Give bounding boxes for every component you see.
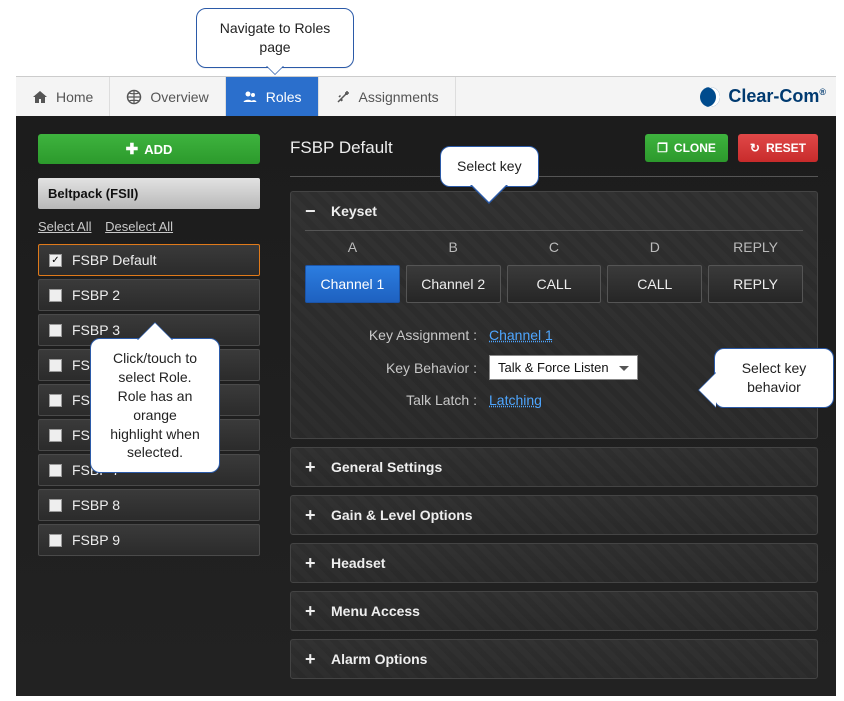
clone-button[interactable]: ❐ CLONE	[645, 134, 728, 162]
section-gain-level: + Gain & Level Options	[290, 495, 818, 535]
wand-icon	[335, 89, 351, 105]
clone-label: CLONE	[674, 141, 716, 155]
section-toggle[interactable]: + Headset	[291, 544, 817, 582]
checkbox-icon[interactable]	[49, 534, 62, 547]
section-general-settings: + General Settings	[290, 447, 818, 487]
checkbox-icon[interactable]	[49, 324, 62, 337]
reset-label: RESET	[766, 141, 806, 155]
role-label: FSBP 3	[72, 322, 120, 338]
section-title: General Settings	[331, 459, 442, 475]
plus-icon: +	[305, 602, 319, 620]
talk-latch-value[interactable]: Latching	[489, 392, 542, 408]
plus-icon: +	[305, 650, 319, 668]
checkbox-icon[interactable]	[49, 394, 62, 407]
checkbox-icon[interactable]	[49, 499, 62, 512]
role-item[interactable]: FSBP 9	[38, 524, 260, 556]
key-behavior-select[interactable]: Talk & Force Listen	[489, 355, 638, 380]
home-icon	[32, 89, 48, 105]
role-label: FSBP Default	[72, 252, 157, 268]
key-button-a[interactable]: Channel 1	[305, 265, 400, 303]
callout-behavior: Select key behavior	[714, 348, 834, 408]
keyset-row: A Channel 1 B Channel 2 C CALL D CALL	[305, 230, 803, 303]
role-item[interactable]: ✓ FSBP Default	[38, 244, 260, 276]
key-header: D	[607, 231, 702, 265]
sidebar-panel-title: Beltpack (FSII)	[38, 178, 260, 209]
role-label: FSBP 2	[72, 287, 120, 303]
brand: Clear-Com®	[690, 77, 836, 116]
section-title: Keyset	[331, 203, 377, 219]
key-button-c[interactable]: CALL	[507, 265, 602, 303]
key-header: REPLY	[708, 231, 803, 265]
select-links: Select All Deselect All	[38, 219, 260, 234]
callout-key: Select key	[440, 146, 539, 187]
role-label: FSBP 9	[72, 532, 120, 548]
brand-logo-icon	[700, 87, 720, 107]
nav-overview[interactable]: Overview	[110, 77, 225, 116]
section-title: Gain & Level Options	[331, 507, 473, 523]
section-menu-access: + Menu Access	[290, 591, 818, 631]
main: FSBP Default ❐ CLONE ↻ RESET − Keyset A …	[290, 134, 818, 696]
select-all-link[interactable]: Select All	[38, 219, 91, 234]
section-alarm-options: + Alarm Options	[290, 639, 818, 679]
minus-icon: −	[305, 202, 319, 220]
users-icon	[242, 89, 258, 105]
plus-icon: +	[305, 506, 319, 524]
talk-latch-label: Talk Latch :	[305, 392, 485, 408]
nav-label: Roles	[266, 89, 302, 105]
checkbox-icon[interactable]	[49, 429, 62, 442]
nav-label: Overview	[150, 89, 208, 105]
deselect-all-link[interactable]: Deselect All	[105, 219, 173, 234]
key-button-b[interactable]: Channel 2	[406, 265, 501, 303]
role-label: FSBP 8	[72, 497, 120, 513]
nav-assignments[interactable]: Assignments	[319, 77, 456, 116]
nav-label: Home	[56, 89, 93, 105]
section-toggle[interactable]: + Alarm Options	[291, 640, 817, 678]
checkbox-icon[interactable]: ✓	[49, 254, 62, 267]
globe-icon	[126, 89, 142, 105]
key-header: B	[406, 231, 501, 265]
callout-role: Click/touch to select Role. Role has an …	[90, 338, 220, 473]
key-header: A	[305, 231, 400, 265]
add-label: ADD	[144, 142, 172, 157]
key-assignment-value[interactable]: Channel 1	[489, 327, 553, 343]
plus-icon: +	[305, 458, 319, 476]
section-headset: + Headset	[290, 543, 818, 583]
key-button-reply[interactable]: REPLY	[708, 265, 803, 303]
key-behavior-label: Key Behavior :	[305, 360, 485, 376]
section-title: Alarm Options	[331, 651, 427, 667]
section-toggle-keyset[interactable]: − Keyset	[291, 192, 817, 230]
nav-home[interactable]: Home	[16, 77, 110, 116]
key-header: C	[507, 231, 602, 265]
add-button[interactable]: ✚ ADD	[38, 134, 260, 164]
clone-icon: ❐	[657, 141, 668, 155]
section-toggle[interactable]: + Menu Access	[291, 592, 817, 630]
top-nav: Home Overview Roles Assignments Clear-Co…	[16, 76, 836, 116]
key-button-d[interactable]: CALL	[607, 265, 702, 303]
reset-icon: ↻	[750, 141, 760, 155]
callout-nav: Navigate to Roles page	[196, 8, 354, 68]
role-item[interactable]: FSBP 8	[38, 489, 260, 521]
checkbox-icon[interactable]	[49, 359, 62, 372]
section-title: Headset	[331, 555, 385, 571]
nav-label: Assignments	[359, 89, 439, 105]
key-assignment-label: Key Assignment :	[305, 327, 485, 343]
checkbox-icon[interactable]	[49, 289, 62, 302]
checkbox-icon[interactable]	[49, 464, 62, 477]
section-toggle[interactable]: + General Settings	[291, 448, 817, 486]
plus-icon: +	[305, 554, 319, 572]
section-title: Menu Access	[331, 603, 420, 619]
section-toggle[interactable]: + Gain & Level Options	[291, 496, 817, 534]
main-header: FSBP Default ❐ CLONE ↻ RESET	[290, 134, 818, 177]
plus-icon: ✚	[126, 140, 139, 158]
reset-button[interactable]: ↻ RESET	[738, 134, 818, 162]
